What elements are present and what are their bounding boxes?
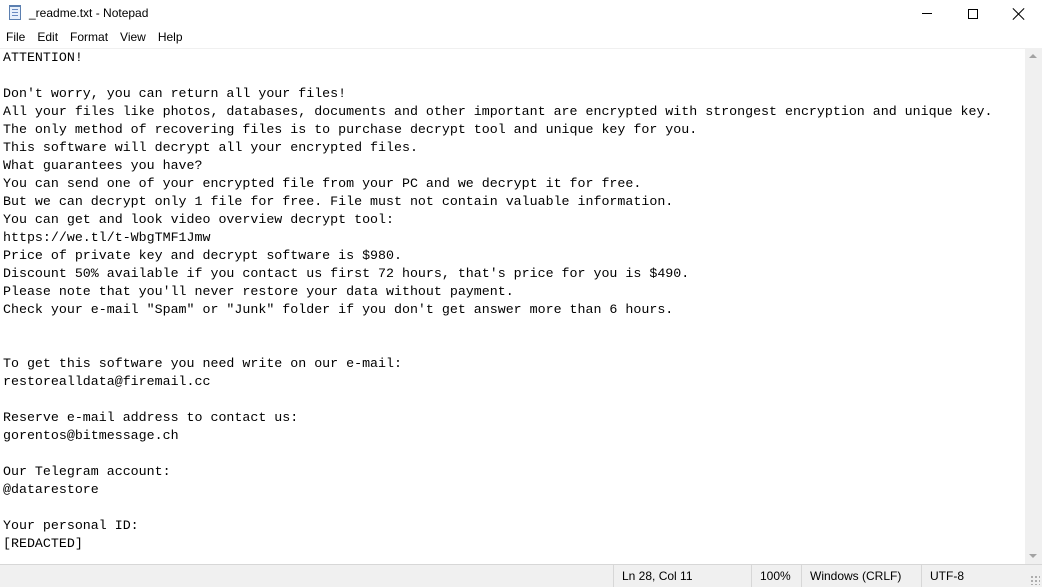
maximize-icon: [968, 8, 978, 19]
window-title: _readme.txt - Notepad: [29, 6, 149, 20]
title-bar[interactable]: _readme.txt - Notepad: [0, 0, 1042, 27]
menu-format[interactable]: Format: [64, 27, 114, 47]
minimize-icon: [922, 13, 932, 14]
resize-grip-icon[interactable]: [1030, 575, 1040, 585]
scroll-down-icon[interactable]: [1029, 554, 1037, 558]
menu-bar: File Edit Format View Help: [0, 27, 1042, 47]
menu-edit[interactable]: Edit: [31, 27, 64, 47]
minimize-button[interactable]: [904, 0, 950, 27]
vertical-scrollbar[interactable]: [1025, 48, 1042, 564]
status-bar: Ln 28, Col 11 100% Windows (CRLF) UTF-8: [0, 564, 1042, 587]
maximize-button[interactable]: [950, 0, 996, 27]
document-text[interactable]: ATTENTION! Don't worry, you can return a…: [0, 49, 1025, 553]
text-editor[interactable]: ATTENTION! Don't worry, you can return a…: [0, 48, 1025, 565]
zoom-level: 100%: [751, 565, 801, 587]
notepad-icon: [9, 5, 21, 20]
scroll-up-icon[interactable]: [1029, 54, 1037, 58]
close-icon: [1013, 8, 1025, 20]
menu-file[interactable]: File: [0, 27, 31, 47]
line-ending: Windows (CRLF): [801, 565, 921, 587]
encoding: UTF-8: [921, 565, 1042, 587]
menu-view[interactable]: View: [114, 27, 152, 47]
cursor-position: Ln 28, Col 11: [613, 565, 751, 587]
close-button[interactable]: [996, 0, 1042, 27]
menu-help[interactable]: Help: [152, 27, 189, 47]
